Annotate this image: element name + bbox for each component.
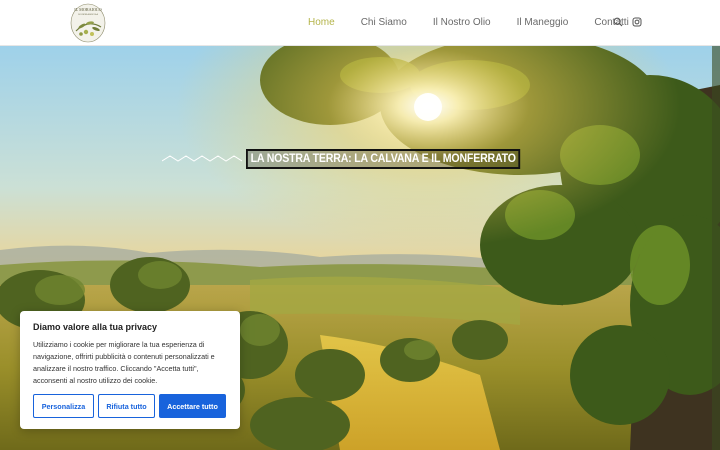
search-icon[interactable] — [613, 17, 623, 27]
svg-text:IL MORAIOLO: IL MORAIOLO — [74, 7, 101, 12]
wavy-line-decoration — [162, 155, 242, 162]
reject-all-button[interactable]: Rifiuta tutto — [98, 394, 155, 418]
accept-all-button[interactable]: Accettare tutto — [159, 394, 226, 418]
site-header: IL MORAIOLO SOCIETA' AGRICOLA Home Chi S… — [0, 0, 720, 46]
hero-title-wrap: La nostra terra: la Calvana e il Monferr… — [162, 149, 544, 169]
site-logo[interactable]: IL MORAIOLO SOCIETA' AGRICOLA — [68, 1, 108, 44]
nav-il-maneggio[interactable]: Il Maneggio — [517, 17, 569, 28]
cookie-consent-banner: Diamo valore alla tua privacy Utilizziam… — [20, 311, 240, 429]
nav-contatti[interactable]: Contatti — [594, 17, 628, 28]
nav-home[interactable]: Home — [308, 17, 335, 28]
svg-text:SOCIETA' AGRICOLA: SOCIETA' AGRICOLA — [78, 13, 98, 16]
nav-il-nostro-olio[interactable]: Il Nostro Olio — [433, 17, 491, 28]
cookie-description: Utilizziamo i cookie per migliorare la t… — [33, 340, 215, 385]
customize-button[interactable]: Personalizza — [33, 394, 94, 418]
nav-chi-siamo[interactable]: Chi Siamo — [361, 17, 407, 28]
cookie-title: Diamo valore alla tua privacy — [33, 322, 158, 332]
main-nav: Home Chi Siamo Il Nostro Olio Il Maneggi… — [300, 0, 655, 45]
instagram-icon[interactable] — [632, 17, 642, 27]
hero-title: La nostra terra: la Calvana e il Monferr… — [246, 149, 521, 169]
